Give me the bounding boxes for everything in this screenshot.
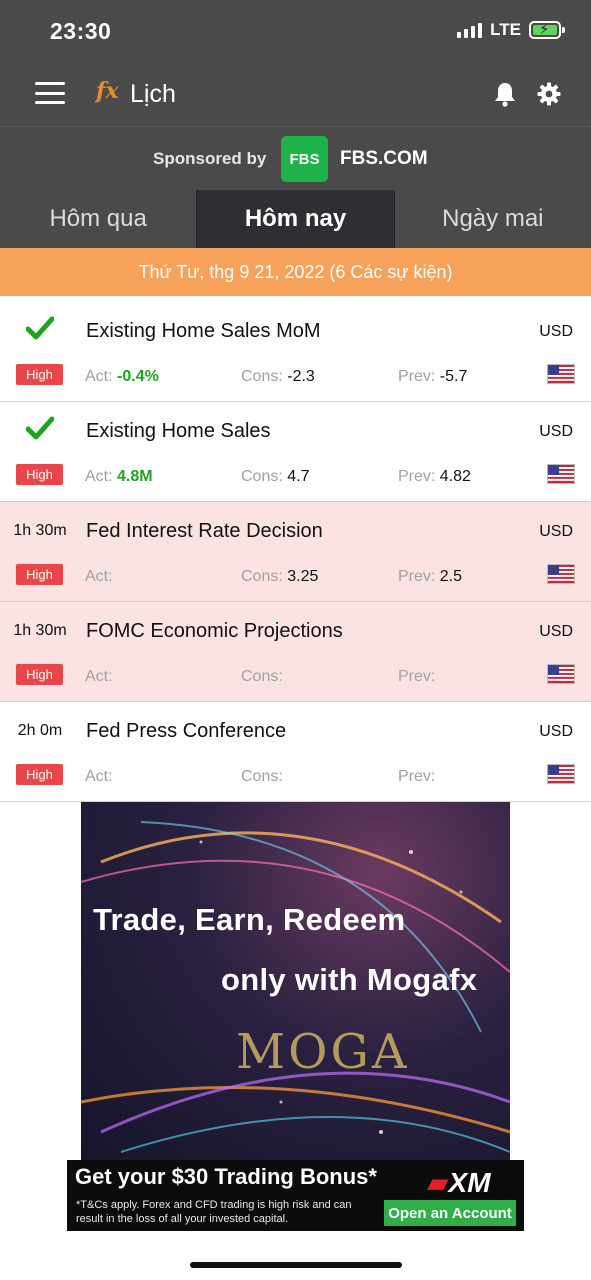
app-header: 23:30 LTE ⚡ fx Lịch <box>0 0 591 126</box>
impact-badge: High <box>16 664 63 685</box>
event-row[interactable]: Existing Home Sales MoM USD High Act: -0… <box>0 302 591 402</box>
ad-subheadline: only with Mogafx <box>221 962 478 997</box>
xm-logo: ▰XM <box>427 1167 491 1198</box>
checkmark-icon <box>26 316 54 340</box>
event-currency: USD <box>539 423 573 440</box>
mogafx-ad[interactable]: Trade, Earn, Redeem only with Mogafx MOG… <box>81 802 510 1160</box>
ad-headline: Trade, Earn, Redeem <box>93 902 406 937</box>
event-row[interactable]: 1h 30m Fed Interest Rate Decision USD Hi… <box>0 502 591 602</box>
tab-yesterday[interactable]: Hôm qua <box>0 190 196 248</box>
consensus-value: Cons: 3.25 <box>241 568 319 585</box>
status-time: 23:30 <box>50 18 112 44</box>
event-currency: USD <box>539 323 573 340</box>
us-flag-icon <box>547 364 575 384</box>
us-flag-icon <box>547 464 575 484</box>
actual-value: Act: -0.4% <box>85 368 159 385</box>
consensus-value: Cons: <box>241 768 283 785</box>
date-banner: Thứ Tư, thg 9 21, 2022 (6 Các sự kiện) <box>0 248 591 296</box>
gear-icon[interactable] <box>537 82 561 106</box>
event-row[interactable]: 2h 0m Fed Press Conference USD High Act:… <box>0 702 591 802</box>
event-list: Existing Home Sales MoM USD High Act: -0… <box>0 302 591 802</box>
previous-value: Prev: <box>398 668 436 685</box>
us-flag-icon <box>547 564 575 584</box>
day-tabs: Hôm qua Hôm nay Ngày mai <box>0 190 591 248</box>
event-row[interactable]: 1h 30m FOMC Economic Projections USD Hig… <box>0 602 591 702</box>
signal-icon <box>457 22 483 38</box>
consensus-value: Cons: <box>241 668 283 685</box>
xm-disclaimer: *T&Cs apply. Forex and CFD trading is hi… <box>76 1199 352 1225</box>
moga-logo: MOGA <box>236 1024 410 1080</box>
hamburger-menu-icon[interactable] <box>35 82 65 104</box>
event-time: 1h 30m <box>13 522 67 539</box>
tab-today[interactable]: Hôm nay <box>196 190 395 248</box>
previous-value: Prev: 4.82 <box>398 468 471 485</box>
sponsor-name: FBS.COM <box>340 148 428 169</box>
event-currency: USD <box>539 523 573 540</box>
actual-value: Act: <box>85 568 113 585</box>
open-account-button[interactable]: Open an Account <box>384 1200 516 1226</box>
network-type: LTE <box>490 20 521 39</box>
battery-icon: ⚡ <box>529 21 565 39</box>
event-name: Fed Interest Rate Decision <box>86 520 323 542</box>
event-name: Existing Home Sales <box>86 420 271 442</box>
impact-badge: High <box>16 364 63 385</box>
actual-value: Act: <box>85 768 113 785</box>
sponsor-bar[interactable]: Sponsored by FBS FBS.COM <box>0 126 591 190</box>
event-time: 2h 0m <box>17 722 63 739</box>
status-indicators: LTE ⚡ <box>457 20 565 40</box>
app-logo: fx <box>96 78 119 104</box>
event-name: FOMC Economic Projections <box>86 620 343 642</box>
previous-value: Prev: 2.5 <box>398 568 463 585</box>
actual-value: Act: <box>85 668 113 685</box>
impact-badge: High <box>16 464 63 485</box>
event-row[interactable]: Existing Home Sales USD High Act: 4.8M C… <box>0 402 591 502</box>
event-name: Existing Home Sales MoM <box>86 320 321 342</box>
bell-icon[interactable] <box>493 81 517 107</box>
consensus-value: Cons: 4.7 <box>241 468 310 485</box>
fbs-logo: FBS <box>281 136 328 182</box>
previous-value: Prev: <box>398 768 436 785</box>
event-currency: USD <box>539 623 573 640</box>
xm-ad[interactable]: Get your $30 Trading Bonus* *T&Cs apply.… <box>67 1160 524 1231</box>
page-title: Lịch <box>130 80 176 108</box>
us-flag-icon <box>547 664 575 684</box>
us-flag-icon <box>547 764 575 784</box>
impact-badge: High <box>16 564 63 585</box>
checkmark-icon <box>26 416 54 440</box>
event-name: Fed Press Conference <box>86 720 287 742</box>
tab-tomorrow[interactable]: Ngày mai <box>395 190 591 248</box>
impact-badge: High <box>16 764 63 785</box>
actual-value: Act: 4.8M <box>85 468 153 485</box>
previous-value: Prev: -5.7 <box>398 368 468 385</box>
event-time: 1h 30m <box>13 622 67 639</box>
event-currency: USD <box>539 723 573 740</box>
home-indicator <box>190 1262 402 1268</box>
sponsor-label: Sponsored by <box>153 149 267 168</box>
xm-headline: Get your $30 Trading Bonus* <box>75 1164 377 1189</box>
consensus-value: Cons: -2.3 <box>241 368 315 385</box>
